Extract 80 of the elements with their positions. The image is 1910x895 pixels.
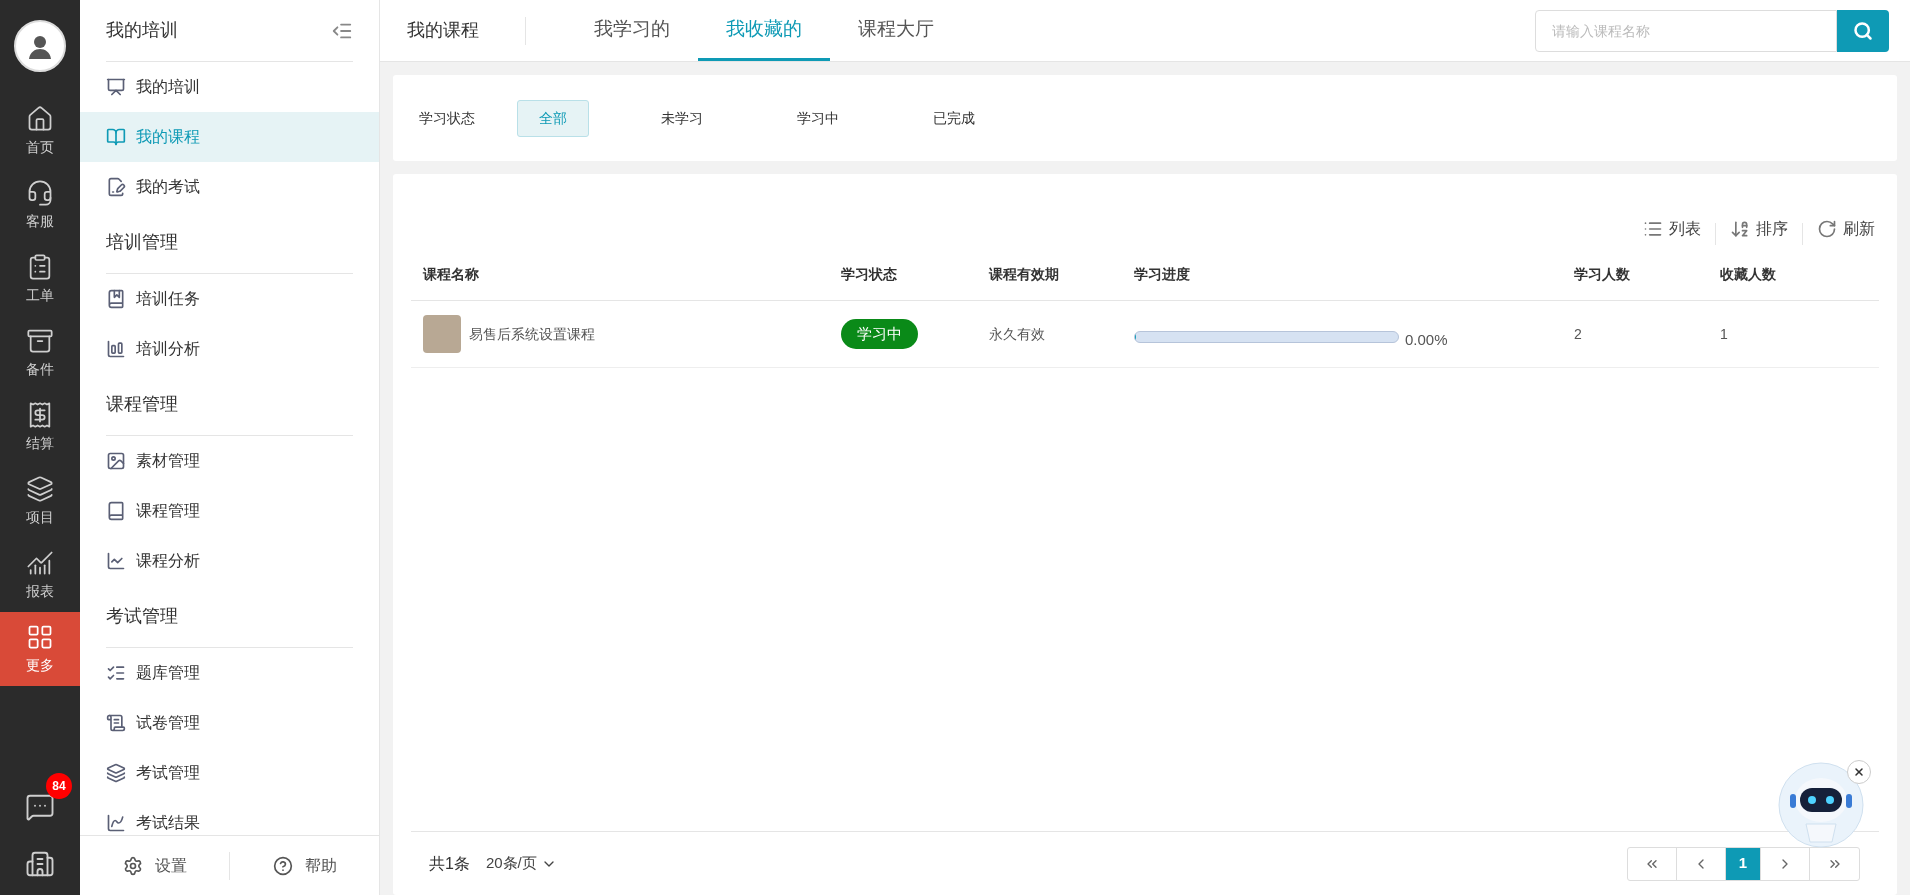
list-icon [106,663,126,683]
table-cell: 2 [1574,325,1582,342]
status-badge: 学习中 [841,318,918,350]
sidebar-item[interactable]: 培训分析 [80,324,379,374]
avatar[interactable] [14,20,66,72]
search-field[interactable]: 请输入课程名称 [1535,9,1837,52]
document-pen-icon [106,177,126,197]
image-icon [106,451,126,471]
filter-option[interactable]: 学习中 [775,99,861,137]
total-count: 共1条 [429,853,470,874]
column-header: 收藏人数 [1720,266,1776,282]
book-icon [106,127,126,147]
rail-item[interactable]: 备件 [0,316,80,390]
layers-icon [106,763,126,783]
table-row[interactable]: 易售后系统设置课程 学习中 永久有效 0.00% 2 1 [411,301,1879,368]
sidebar-item[interactable]: 我的考试 [80,162,379,212]
filter-option[interactable]: 未学习 [639,99,725,137]
toolbar-button[interactable]: 刷新 [1813,213,1879,245]
help-button[interactable]: 帮助 [230,853,379,878]
course-name[interactable]: 易售后系统设置课程 [469,323,595,345]
section-heading: 考试管理 [106,605,178,628]
sidebar-title: 我的培训 [106,19,178,42]
book-icon [106,501,126,521]
settings-button[interactable]: 设置 [80,853,229,878]
robot-assistant-drawing[interactable] [1778,762,1864,848]
sidebar-item[interactable]: 课程分析 [80,536,379,586]
sort-icon [1730,219,1750,239]
sidebar-item[interactable]: 考试结果 [80,798,379,835]
chart-icon [106,339,126,359]
tab[interactable]: 课程大厅 [830,0,962,61]
help-icon [272,855,293,876]
column-header: 课程名称 [423,266,479,282]
list-icon [1643,219,1663,239]
course-thumbnail [423,315,461,353]
page-size-dropdown[interactable]: 20条/页 [485,852,557,875]
search-icon [1853,20,1873,41]
filter-label: 学习状态 [419,108,475,128]
sidebar-item[interactable]: 考试管理 [80,748,379,798]
settings-icon [122,855,143,876]
sidebar-item[interactable]: 试卷管理 [80,698,379,748]
toolbar-button[interactable]: 排序 [1726,213,1792,245]
bookmark-icon [106,289,126,309]
toolbar-button[interactable]: 列表 [1639,213,1705,245]
refresh-icon [1817,219,1837,239]
rail-item[interactable]: 首页 [0,94,80,168]
sidebar-item[interactable]: 我的培训 [80,62,379,112]
section-heading: 培训管理 [106,231,178,254]
line-chart-icon [106,551,126,571]
table-cell: 永久有效 [989,325,1045,342]
sidebar-item[interactable]: 题库管理 [80,648,379,698]
notification-badge: 84 [46,773,72,799]
home-icon [26,104,54,133]
rail-item[interactable]: 客服 [0,168,80,242]
layers-icon [26,474,54,503]
sidebar-item[interactable]: 素材管理 [80,436,379,486]
presentation-icon [106,77,126,97]
close-icon [1853,766,1865,778]
rail-item[interactable]: 结算 [0,390,80,464]
rail-item[interactable]: 项目 [0,464,80,538]
column-header: 学习人数 [1574,266,1630,282]
column-header: 课程有效期 [989,266,1059,282]
column-header: 学习状态 [841,266,897,282]
rail-item[interactable]: 报表 [0,538,80,612]
progress-value: 0.00% [1405,329,1448,350]
chat-icon [25,792,55,822]
building-icon[interactable] [25,849,55,879]
scroll-icon [106,713,126,733]
sidebar-item[interactable]: 培训任务 [80,274,379,324]
rail-item[interactable]: 工单 [0,242,80,316]
tab[interactable]: 我学习的 [566,0,698,61]
column-header: 学习进度 [1134,266,1190,282]
filter-option[interactable]: 已完成 [911,99,997,137]
headset-icon [26,178,54,207]
section-heading: 课程管理 [106,393,178,416]
line-chart-icon [106,813,126,833]
rail-item[interactable]: 更多 [0,612,80,686]
sidebar-item[interactable]: 课程管理 [80,486,379,536]
search-button[interactable] [1837,9,1889,52]
page-title: 我的课程 [407,19,479,42]
table-cell: 1 [1720,325,1728,342]
